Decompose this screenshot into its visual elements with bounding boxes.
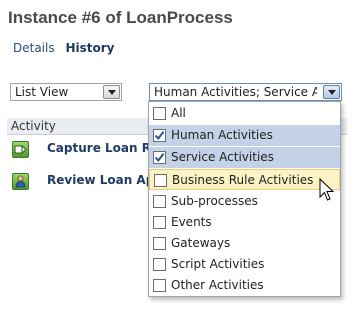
chevron-down-icon bbox=[108, 90, 116, 95]
activity-filter-select[interactable]: Human Activities; Service Activ bbox=[149, 83, 342, 101]
checkmark-icon bbox=[154, 153, 165, 163]
filter-option-label: Other Activities bbox=[171, 278, 264, 292]
mouse-pointer-icon bbox=[319, 178, 335, 201]
filter-option-sub-processes[interactable]: Sub-processes bbox=[149, 191, 340, 212]
checkbox[interactable] bbox=[153, 258, 166, 271]
tab-details[interactable]: Details bbox=[13, 41, 55, 55]
service-activity-icon bbox=[12, 141, 29, 158]
filter-option-label: Events bbox=[171, 215, 212, 229]
checkbox[interactable] bbox=[153, 279, 166, 292]
activity-filter-dropdown-button[interactable] bbox=[323, 85, 340, 99]
checkbox[interactable] bbox=[153, 151, 166, 164]
tab-history[interactable]: History bbox=[65, 41, 114, 55]
checkbox[interactable] bbox=[153, 216, 166, 229]
view-select-value: List View bbox=[15, 85, 69, 99]
filter-option-events[interactable]: Events bbox=[149, 212, 340, 233]
filter-option-gateways[interactable]: Gateways bbox=[149, 233, 340, 254]
checkbox[interactable] bbox=[153, 129, 166, 142]
filter-option-label: Gateways bbox=[171, 236, 231, 250]
column-header-activity: Activity bbox=[11, 119, 56, 133]
filter-option-label: Service Activities bbox=[171, 150, 274, 164]
checkbox[interactable] bbox=[154, 174, 167, 187]
checkbox[interactable] bbox=[153, 237, 166, 250]
filter-option-label: Human Activities bbox=[171, 128, 273, 142]
filter-option-label: Script Activities bbox=[171, 257, 265, 271]
activity-filter-dropdown: All Human Activities Service Activities … bbox=[148, 101, 341, 297]
filter-option-label: All bbox=[171, 106, 186, 120]
filter-option-label: Business Rule Activities bbox=[172, 173, 314, 187]
checkbox[interactable] bbox=[153, 107, 166, 120]
filter-option-service-activities[interactable]: Service Activities bbox=[149, 147, 340, 168]
filter-option-human-activities[interactable]: Human Activities bbox=[149, 125, 340, 146]
checkbox[interactable] bbox=[153, 195, 166, 208]
view-select-dropdown-button[interactable] bbox=[103, 85, 120, 99]
filter-option-business-rule-activities[interactable]: Business Rule Activities bbox=[149, 169, 340, 190]
filter-option-all[interactable]: All bbox=[149, 103, 340, 124]
activity-filter-value: Human Activities; Service Activ bbox=[154, 85, 317, 99]
activity-link[interactable]: Capture Loan Re bbox=[47, 141, 159, 155]
filter-option-other-activities[interactable]: Other Activities bbox=[149, 275, 340, 296]
filter-option-script-activities[interactable]: Script Activities bbox=[149, 254, 340, 275]
chevron-down-icon bbox=[328, 90, 336, 95]
view-select[interactable]: List View bbox=[10, 83, 122, 101]
human-activity-icon bbox=[12, 173, 29, 190]
tab-bar: Details History bbox=[13, 41, 121, 55]
checkmark-icon bbox=[154, 131, 165, 141]
filter-option-label: Sub-processes bbox=[171, 194, 258, 208]
activity-link[interactable]: Review Loan App bbox=[47, 173, 163, 187]
page-title: Instance #6 of LoanProcess bbox=[8, 8, 233, 27]
